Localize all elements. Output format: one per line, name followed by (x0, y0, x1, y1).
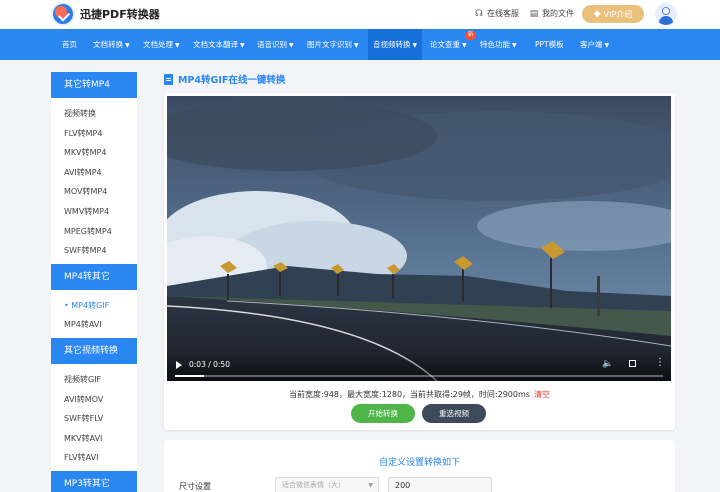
my-files-label: 我的文件 (542, 9, 574, 18)
nav-item-speech[interactable]: 语音识别 ▼ (257, 29, 294, 60)
video-player[interactable]: 0:03 / 0:50 🔈 ⋮ (167, 96, 671, 381)
chevron-down-icon: ▼ (412, 42, 418, 49)
clear-link[interactable]: 清空 (534, 390, 550, 399)
my-files-link[interactable]: ▤ 我的文件 (529, 8, 574, 19)
chevron-down-icon: ▼ (125, 42, 130, 49)
file-icon: ▤ (529, 8, 539, 19)
chevron-down-icon: ▼ (240, 42, 245, 49)
video-controls: 0:03 / 0:50 🔈 ⋮ (167, 351, 671, 381)
video-progress-bar[interactable] (175, 375, 663, 377)
settings-title: 自定义设置转换如下 (378, 458, 460, 468)
sidebar-item[interactable]: FLV转MP4 (51, 124, 137, 144)
more-options-icon[interactable]: ⋮ (655, 358, 665, 368)
sidebar-group-title: MP4转其它 (51, 263, 137, 290)
sidebar-item[interactable]: AVI转MOV (51, 390, 137, 410)
frame-info: 当前宽度:948，最大宽度:1280，当前共取得:29帧，时间:2900ms 清空 (164, 389, 675, 400)
nav-item-ppt[interactable]: PPT模板 (535, 29, 564, 60)
settings-card: 自定义设置转换如下 尺寸设置 适合微信表情（大） ▼ 200 (164, 440, 675, 492)
sidebar-item[interactable]: MPEG转MP4 (51, 222, 137, 242)
logo-icon (51, 2, 75, 26)
chevron-down-icon: ▼ (604, 42, 610, 49)
sidebar-item[interactable]: 视频转GIF (51, 370, 137, 390)
chevron-down-icon: ▼ (354, 42, 359, 49)
headset-icon: ☊ (475, 8, 483, 19)
size-label: 尺寸设置 (179, 482, 211, 491)
nav-item-doc-process[interactable]: 文档处理 ▼ (143, 29, 180, 60)
fullscreen-icon[interactable] (629, 360, 636, 367)
nav-item-av-convert[interactable]: 音视频转换 ▼ (368, 29, 423, 60)
sidebar: 其它转MP4 视频转换 FLV转MP4 MKV转MP4 AVI转MP4 MOV转… (51, 72, 137, 492)
nav-item-doc-translate[interactable]: 文档文本翻译 ▼ (193, 29, 245, 60)
start-convert-button[interactable]: 开始转换 (351, 404, 415, 423)
top-header: 迅捷PDF转换器 ☊ 在线客服 ▤ 我的文件 ◆ VIP介绍 (0, 0, 720, 29)
page-title: MP4转GIF在线一键转换 (164, 72, 285, 86)
sidebar-item[interactable]: AVI转MP4 (51, 163, 137, 183)
sidebar-item[interactable]: FLV转AVI (51, 448, 137, 468)
sidebar-group-title: 其它转MP4 (51, 72, 137, 98)
nav-item-client[interactable]: 客户端 ▼ (580, 29, 609, 60)
sidebar-item[interactable]: WMV转MP4 (51, 202, 137, 222)
logo[interactable]: 迅捷PDF转换器 (51, 2, 160, 26)
chevron-down-icon: ▼ (289, 42, 294, 49)
chevron-down-icon: ▼ (512, 42, 517, 49)
sidebar-item[interactable]: SWF转FLV (51, 409, 137, 429)
chevron-down-icon: ▼ (175, 42, 180, 49)
sidebar-item[interactable]: MKV转MP4 (51, 143, 137, 163)
play-icon[interactable] (176, 361, 182, 369)
nav-item-ocr[interactable]: 图片文字识别 ▼ (307, 29, 359, 60)
logo-text: 迅捷PDF转换器 (80, 8, 160, 21)
sidebar-item[interactable]: SWF转MP4 (51, 241, 137, 261)
nav-item-paper-check[interactable]: 论文查重 ▼ (430, 29, 467, 60)
sidebar-item[interactable]: MOV转MP4 (51, 182, 137, 202)
sidebar-item[interactable]: MKV转AVI (51, 429, 137, 449)
sidebar-item-mp4-to-gif[interactable]: • MP4转GIF (51, 296, 137, 316)
size-select[interactable]: 适合微信表情（大） ▼ (275, 477, 379, 492)
vip-button[interactable]: ◆ VIP介绍 (582, 5, 644, 23)
nav-item-home[interactable]: 首页 (62, 29, 77, 60)
diamond-icon: ◆ (593, 9, 601, 19)
new-badge: 新 (465, 31, 476, 40)
chevron-down-icon: ▼ (368, 482, 373, 489)
sidebar-item[interactable]: MP4转AVI (51, 315, 137, 335)
nav-item-doc-convert[interactable]: 文档转换 ▼ (93, 29, 130, 60)
main-nav: 首页 文档转换 ▼ 文档处理 ▼ 文档文本翻译 ▼ 语音识别 ▼ 图片文字识别 ▼ 音视频… (0, 29, 720, 60)
reselect-video-button[interactable]: 重选视频 (422, 404, 486, 423)
video-time: 0:03 / 0:50 (189, 360, 230, 369)
video-frame (167, 96, 671, 381)
document-icon (164, 73, 173, 85)
page-title-text: MP4转GIF在线一键转换 (178, 75, 286, 86)
converter-card: 0:03 / 0:50 🔈 ⋮ 当前宽度:948，最大宽度:1280，当前共取得… (164, 93, 675, 430)
frame-info-text: 当前宽度:948，最大宽度:1280，当前共取得:29帧，时间:2900ms (289, 390, 530, 399)
avatar[interactable] (655, 3, 677, 25)
online-service-link[interactable]: ☊ 在线客服 (474, 8, 519, 19)
volume-icon[interactable]: 🔈 (602, 359, 613, 369)
video-progress-fill (175, 375, 205, 377)
online-service-label: 在线客服 (487, 9, 519, 18)
size-width-input[interactable]: 200 (388, 477, 492, 492)
sidebar-group-title: 其它视频转换 (51, 337, 137, 364)
nav-item-features[interactable]: 特色功能 ▼ (480, 29, 517, 60)
vip-label: VIP介绍 (603, 9, 633, 19)
sidebar-group-title: MP3转其它 (51, 470, 137, 492)
sidebar-item[interactable]: 视频转换 (51, 104, 137, 124)
